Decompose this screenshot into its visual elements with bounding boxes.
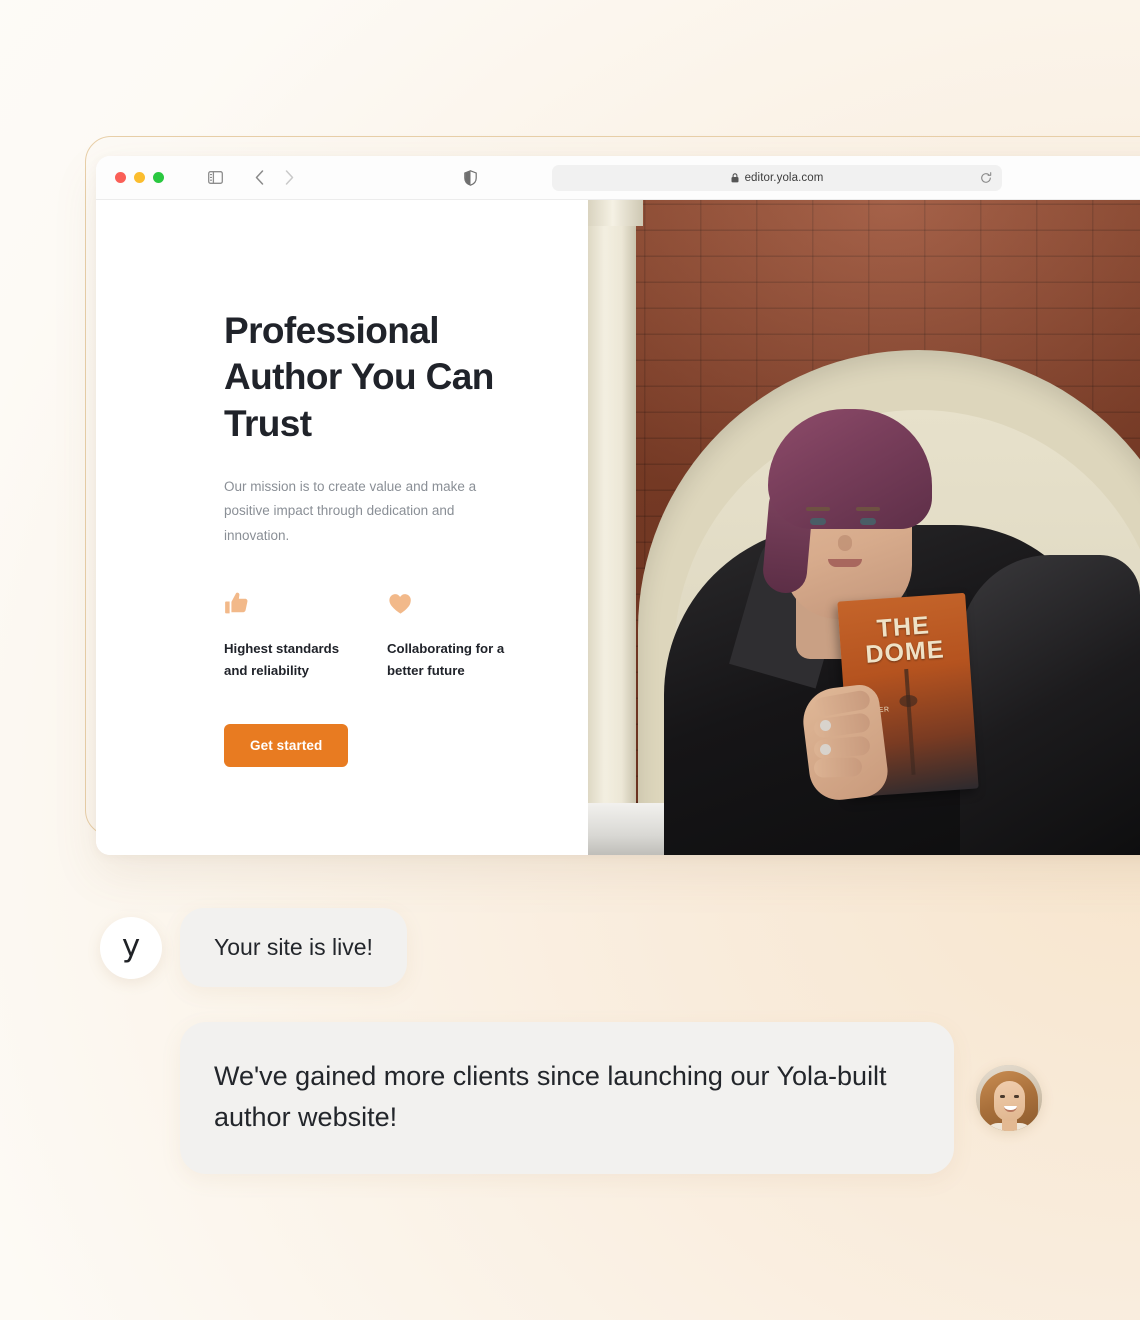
minimize-window-button[interactable] [134,172,145,183]
chat-message-yola: y Your site is live! [100,908,407,987]
get-started-button[interactable]: Get started [224,724,349,767]
author-mouth [828,559,862,567]
feature-label: Collaborating for a better future [387,641,505,679]
address-bar-url: editor.yola.com [744,172,824,184]
nav-forward-icon[interactable] [276,165,302,191]
yola-logo-mark: y [121,928,141,964]
feature-list: Highest standards and reliability Collab… [224,590,588,682]
author-eyebrow-left [806,507,830,511]
feature-item-standards: Highest standards and reliability [224,590,387,682]
page-title: Professional Author You Can Trust [224,310,494,444]
shield-privacy-icon[interactable] [457,165,483,191]
author-eye-left [810,518,826,525]
heart-icon [387,590,550,618]
lock-icon [731,173,739,183]
avatar-face [994,1081,1025,1122]
avatar [976,1065,1042,1132]
hero-text-column: Professional Author You Can Trust Our mi… [96,200,588,855]
author-eye-right [860,518,876,525]
author-eyebrow-right [856,507,880,511]
chat-bubble-testimonial: We've gained more clients since launchin… [180,1022,954,1175]
ring [820,744,831,755]
author-nose [838,535,852,551]
nav-back-icon[interactable] [246,165,272,191]
chat-message-user: We've gained more clients since launchin… [180,1022,1042,1175]
porch-column [588,200,636,855]
window-traffic-lights[interactable] [115,172,164,183]
chat-bubble-site-live: Your site is live! [180,908,407,987]
book-title: THE DOME [864,611,946,669]
maximize-window-button[interactable] [153,172,164,183]
book-tower-graphic [904,668,916,775]
sidebar-toggle-icon[interactable] [202,165,228,191]
browser-window: editor.yola.com Professional Author You … [96,156,1140,855]
reload-icon[interactable] [980,172,992,184]
thumbs-up-icon [224,590,387,618]
avatar-eye-right [1014,1095,1019,1099]
browser-toolbar: editor.yola.com [96,156,1140,200]
website-viewport: Professional Author You Can Trust Our mi… [96,200,1140,855]
jacket-sleeve [960,555,1140,855]
close-window-button[interactable] [115,172,126,183]
address-bar[interactable]: editor.yola.com [552,165,1002,191]
hero-image: THE DOME SUMMER [588,200,1140,855]
porch-column-cap [588,200,643,226]
ring [820,720,831,731]
finger [813,757,863,778]
hero-subheading: Our mission is to create value and make … [224,478,477,543]
author-photo: THE DOME SUMMER [588,200,1140,855]
feature-label: Highest standards and reliability [224,641,340,679]
avatar-eye-left [1000,1095,1005,1099]
yola-logo-avatar: y [100,916,162,979]
feature-item-collaboration: Collaborating for a better future [387,590,550,682]
